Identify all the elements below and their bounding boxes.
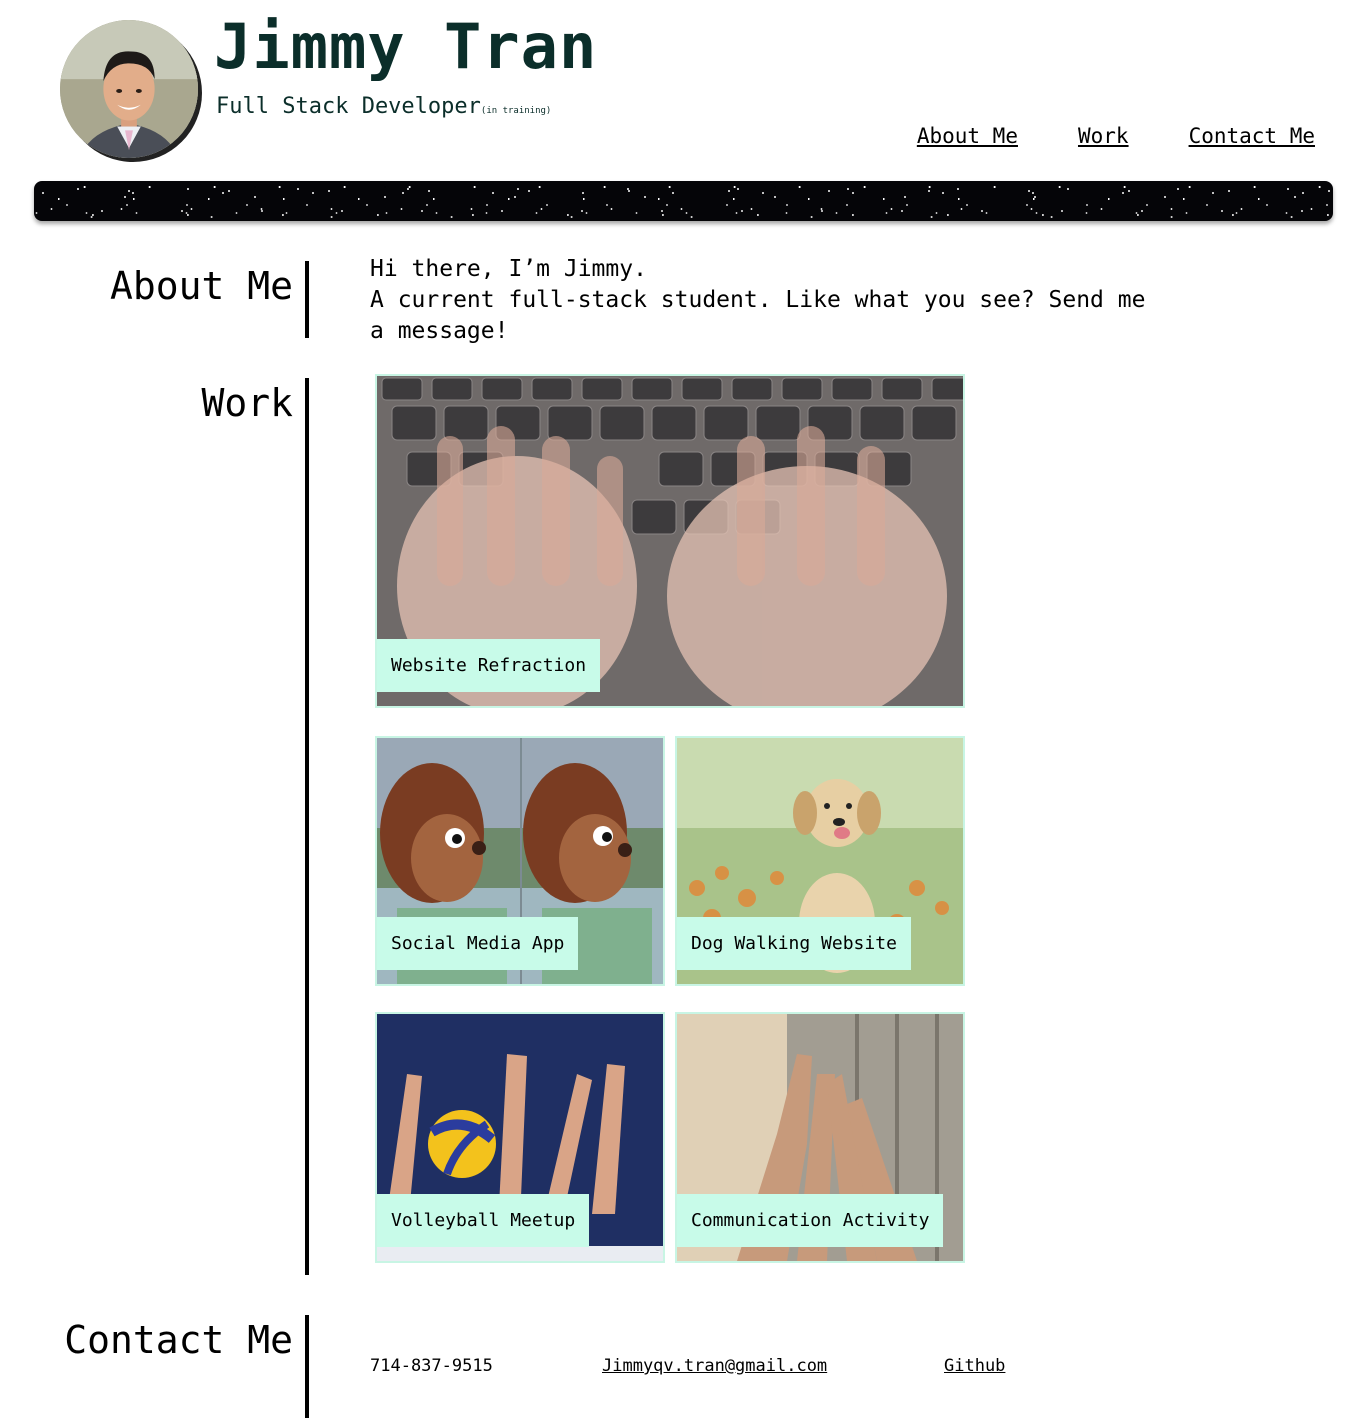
nav-link-work[interactable]: Work [1078, 124, 1129, 148]
job-title: Full Stack Developer [216, 94, 481, 119]
about-greeting: Hi there, I’m Jimmy. [370, 256, 647, 282]
project-label: Volleyball Meetup [377, 1194, 590, 1247]
project-card-communication-activity[interactable]: Communication Activity [675, 1012, 965, 1263]
project-label: Dog Walking Website [677, 917, 911, 970]
portfolio-page: Jimmy Tran Full Stack Developer(in train… [0, 0, 1365, 1428]
about-text: Hi there, I’m Jimmy. A current full-stac… [370, 254, 1150, 347]
contact-heading: Contact Me [64, 1318, 293, 1362]
project-label: Website Refraction [377, 639, 601, 692]
profile-photo-image [60, 20, 198, 158]
job-title-note: (in training) [480, 106, 552, 116]
project-label: Social Media App [377, 917, 579, 970]
about-description: A current full-stack student. Like what … [370, 287, 1146, 344]
profile-photo [60, 20, 198, 158]
github-link[interactable]: Github [944, 1356, 1005, 1376]
project-card-website-refraction[interactable]: Website Refraction [375, 374, 965, 708]
project-card-dog-walking-website[interactable]: Dog Walking Website [675, 736, 965, 986]
job-subtitle: Full Stack Developer(in training) [216, 94, 551, 119]
project-card-volleyball-meetup[interactable]: Volleyball Meetup [375, 1012, 665, 1263]
starfield-banner [34, 181, 1333, 221]
about-heading: About Me [109, 264, 293, 308]
phone-number: 714-837-9515 [370, 1356, 493, 1376]
page-title: Jimmy Tran [214, 10, 598, 83]
email-link[interactable]: Jimmyqv.tran@gmail.com [602, 1356, 827, 1376]
nav-link-contact[interactable]: Contact Me [1189, 124, 1315, 148]
project-label: Communication Activity [677, 1194, 944, 1247]
work-divider [305, 378, 309, 1275]
nav-link-about[interactable]: About Me [917, 124, 1018, 148]
contact-divider [305, 1315, 309, 1418]
work-heading: Work [201, 381, 293, 425]
about-divider [305, 261, 309, 338]
main-nav: About Me Work Contact Me [917, 124, 1315, 148]
project-card-social-media-app[interactable]: Social Media App [375, 736, 665, 986]
